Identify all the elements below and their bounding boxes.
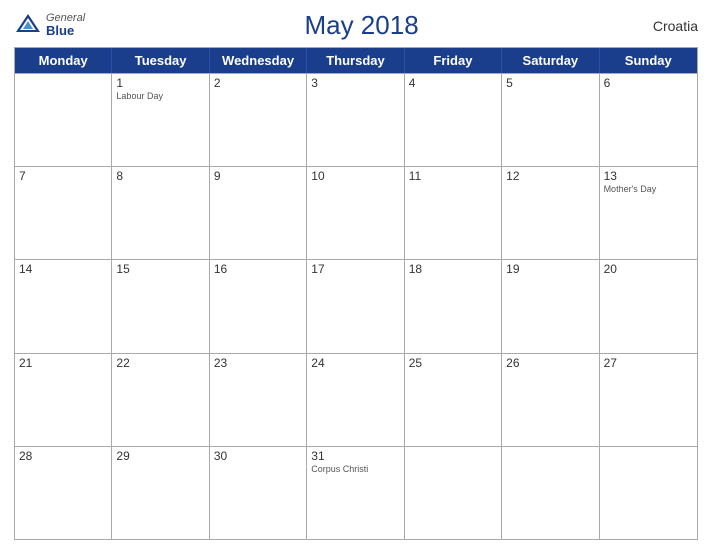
cell-w4-d4: 24: [307, 354, 404, 446]
holiday-name: Corpus Christi: [311, 464, 399, 474]
day-number: 9: [214, 169, 302, 183]
day-number: 26: [506, 356, 594, 370]
cell-w4-d7: 27: [600, 354, 697, 446]
day-number: 18: [409, 262, 497, 276]
day-number: 12: [506, 169, 594, 183]
day-number: 6: [604, 76, 693, 90]
cell-w2-d3: 9: [210, 167, 307, 259]
cell-w3-d3: 16: [210, 260, 307, 352]
cell-w3-d5: 18: [405, 260, 502, 352]
cell-w2-d5: 11: [405, 167, 502, 259]
holiday-name: Labour Day: [116, 91, 204, 101]
cell-w4-d2: 22: [112, 354, 209, 446]
day-number: 11: [409, 169, 497, 183]
cell-w5-d3: 30: [210, 447, 307, 539]
cell-w2-d7: 13Mother's Day: [600, 167, 697, 259]
day-number: 27: [604, 356, 693, 370]
country-label: Croatia: [638, 18, 698, 34]
cell-w5-d2: 29: [112, 447, 209, 539]
calendar-grid: Monday Tuesday Wednesday Thursday Friday…: [14, 47, 698, 540]
day-number: 30: [214, 449, 302, 463]
col-friday: Friday: [405, 48, 502, 73]
day-number: 19: [506, 262, 594, 276]
day-number: 21: [19, 356, 107, 370]
day-number: 4: [409, 76, 497, 90]
cell-w1-d5: 4: [405, 74, 502, 166]
day-number: 29: [116, 449, 204, 463]
logo: General Blue: [14, 12, 85, 40]
day-number: 13: [604, 169, 693, 183]
day-number: 14: [19, 262, 107, 276]
cell-w5-d4: 31Corpus Christi: [307, 447, 404, 539]
calendar-title: May 2018: [85, 10, 638, 41]
cell-w2-d6: 12: [502, 167, 599, 259]
cell-w4-d3: 23: [210, 354, 307, 446]
cell-w3-d6: 19: [502, 260, 599, 352]
week-row-1: 1Labour Day 23456: [15, 73, 697, 166]
cell-w2-d4: 10: [307, 167, 404, 259]
cell-w5-d7: [600, 447, 697, 539]
col-saturday: Saturday: [502, 48, 599, 73]
cell-w3-d2: 15: [112, 260, 209, 352]
col-thursday: Thursday: [307, 48, 404, 73]
col-monday: Monday: [15, 48, 112, 73]
day-number: 2: [214, 76, 302, 90]
logo-blue-text: Blue: [46, 24, 85, 38]
day-number: 17: [311, 262, 399, 276]
day-number: 25: [409, 356, 497, 370]
calendar-body: 1Labour Day2345678910111213Mother's Day1…: [15, 73, 697, 539]
week-row-5: 28 29 30 31Corpus Christi: [15, 446, 697, 539]
day-number: 8: [116, 169, 204, 183]
day-number: 10: [311, 169, 399, 183]
week-row-2: 789 10 11 12 13Mother's Day: [15, 166, 697, 259]
day-number: 16: [214, 262, 302, 276]
cell-w5-d5: [405, 447, 502, 539]
cell-w2-d2: 8: [112, 167, 209, 259]
cell-w4-d5: 25: [405, 354, 502, 446]
week-row-3: 14 15 16 17 18 19 20: [15, 259, 697, 352]
col-sunday: Sunday: [600, 48, 697, 73]
cell-w5-d1: 28: [15, 447, 112, 539]
cell-w3-d7: 20: [600, 260, 697, 352]
page-header: General Blue May 2018 Croatia: [14, 10, 698, 41]
cell-w1-d2: 1Labour Day: [112, 74, 209, 166]
cell-w2-d1: 7: [15, 167, 112, 259]
cell-w4-d6: 26: [502, 354, 599, 446]
day-number: 23: [214, 356, 302, 370]
day-number: 1: [116, 76, 204, 90]
cell-w1-d4: 3: [307, 74, 404, 166]
day-number: 31: [311, 449, 399, 463]
day-number: 7: [19, 169, 107, 183]
day-number: 24: [311, 356, 399, 370]
cell-w3-d4: 17: [307, 260, 404, 352]
holiday-name: Mother's Day: [604, 184, 693, 194]
day-number: 22: [116, 356, 204, 370]
col-tuesday: Tuesday: [112, 48, 209, 73]
cell-w1-d7: 6: [600, 74, 697, 166]
day-number: 15: [116, 262, 204, 276]
week-row-4: 21 22 23 24 25 26 27: [15, 353, 697, 446]
logo-text: General Blue: [46, 12, 85, 38]
day-number: 5: [506, 76, 594, 90]
day-number: 20: [604, 262, 693, 276]
cell-w1-d1: [15, 74, 112, 166]
col-wednesday: Wednesday: [210, 48, 307, 73]
day-number: 28: [19, 449, 107, 463]
day-number: 3: [311, 76, 399, 90]
cell-w3-d1: 14: [15, 260, 112, 352]
cell-w4-d1: 21: [15, 354, 112, 446]
cell-w5-d6: [502, 447, 599, 539]
cell-w1-d6: 5: [502, 74, 599, 166]
calendar-page: General Blue May 2018 Croatia Monday Tue…: [0, 0, 712, 550]
logo-icon: [14, 12, 42, 40]
calendar-header-row: Monday Tuesday Wednesday Thursday Friday…: [15, 48, 697, 73]
cell-w1-d3: 2: [210, 74, 307, 166]
